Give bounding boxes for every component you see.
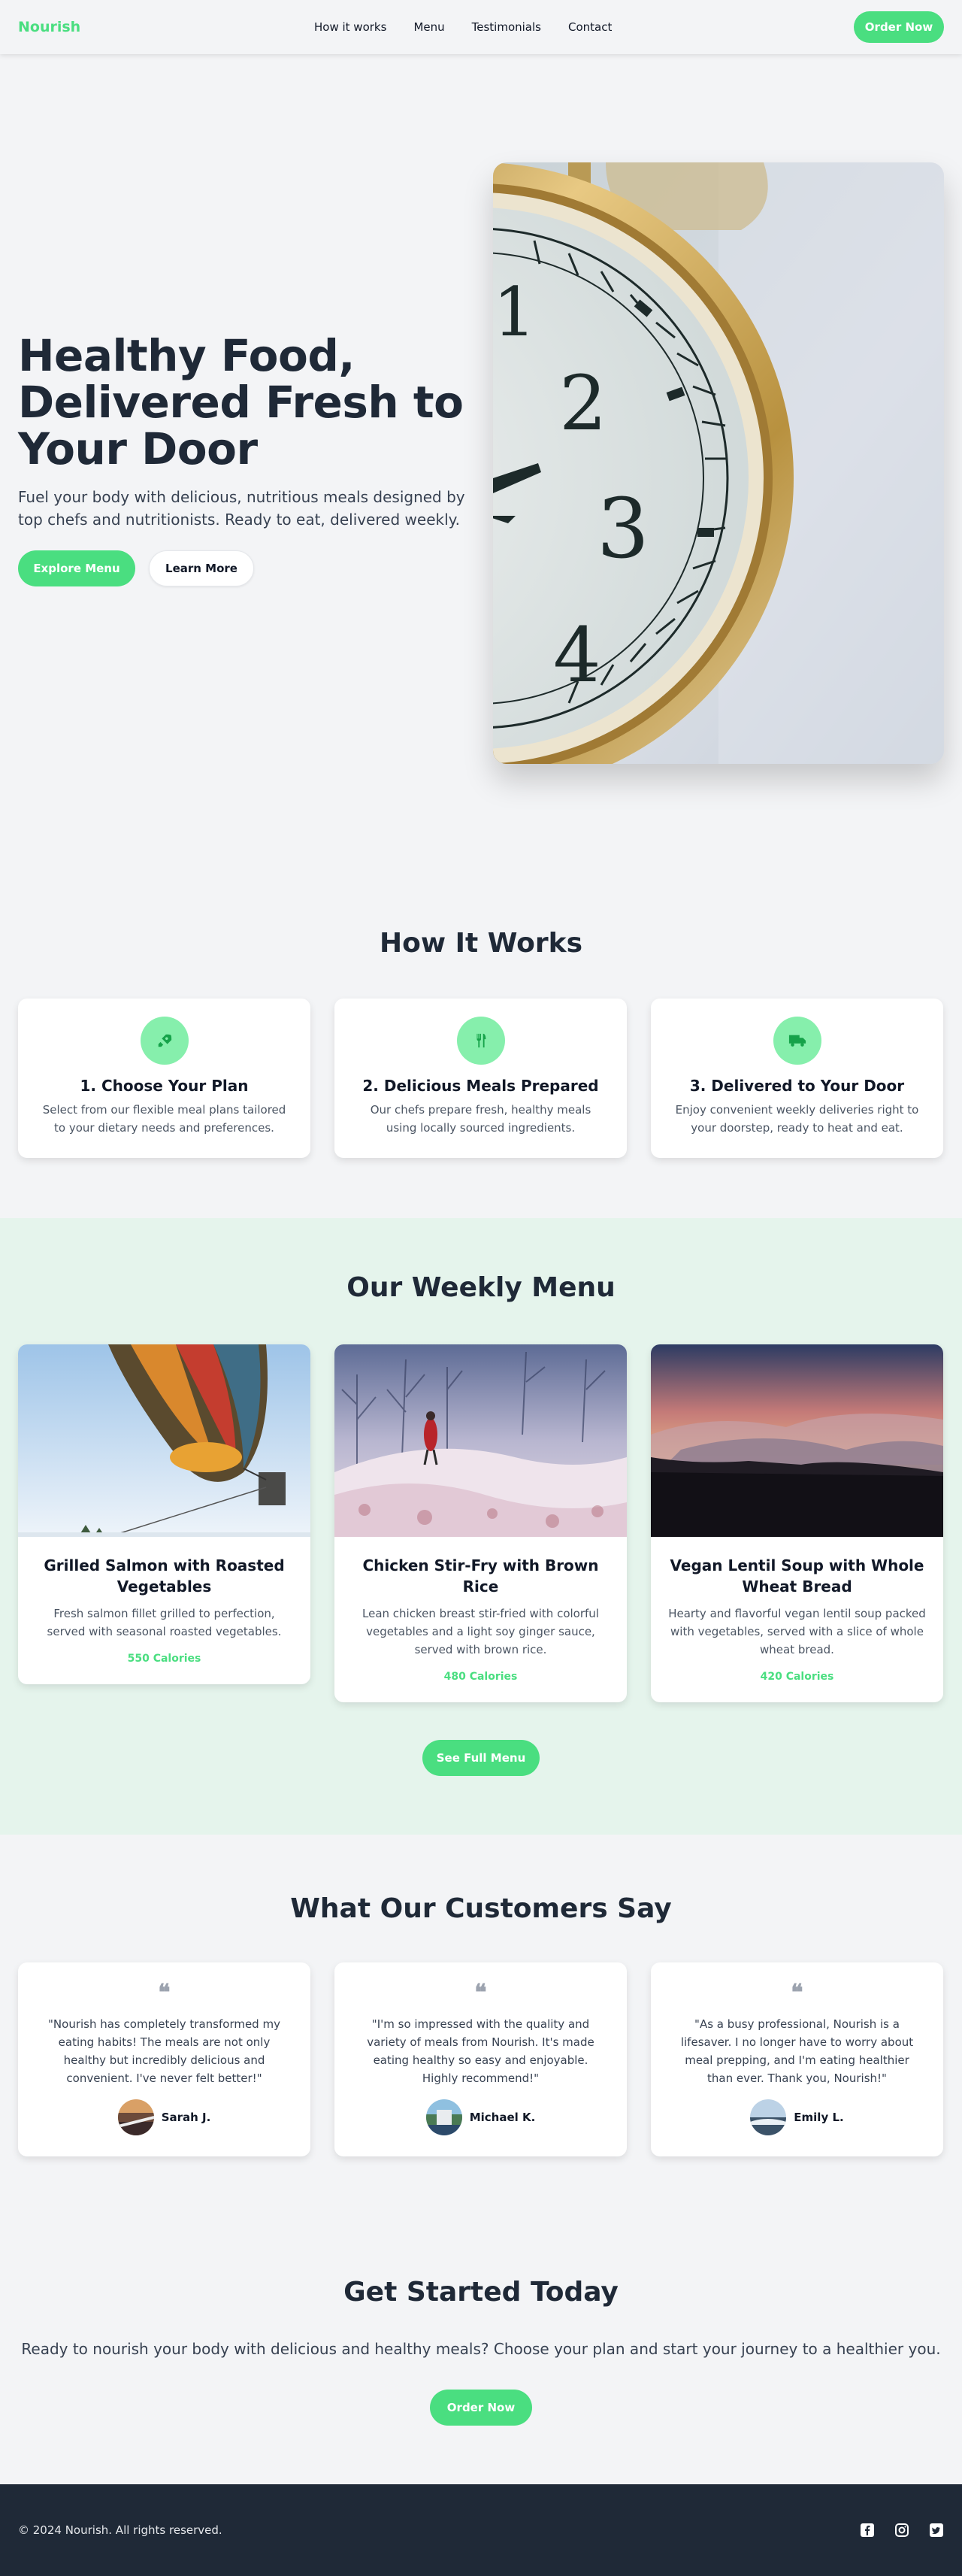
get-started-text: Ready to nourish your body with deliciou… (21, 2340, 941, 2358)
hero-text: Healthy Food, Delivered Fresh to Your Do… (18, 332, 484, 586)
testimonial-card: ❝ "As a busy professional, Nourish is a … (651, 1962, 943, 2156)
brand-logo[interactable]: Nourish (18, 19, 80, 35)
step-desc: Select from our flexible meal plans tail… (42, 1103, 286, 1135)
twitter-icon[interactable] (929, 2523, 944, 2538)
menu-item-calories: 420 Calories (760, 1671, 834, 1683)
testimonial-quote: "I'm so impressed with the quality and v… (367, 2017, 594, 2085)
rocket-icon (140, 1017, 189, 1065)
social-links (860, 2523, 944, 2538)
steps-row: 1. Choose Your Plan Select from our flex… (18, 999, 943, 1158)
step-desc: Enjoy convenient weekly deliveries right… (675, 1103, 919, 1135)
testimonial-quote: "As a busy professional, Nourish is a li… (680, 2017, 914, 2085)
svg-text:1: 1 (493, 273, 536, 352)
svg-text:3: 3 (597, 480, 649, 577)
step-card: 2. Delicious Meals Prepared Our chefs pr… (334, 999, 627, 1158)
menu-card[interactable]: Grilled Salmon with Roasted Vegetables F… (18, 1344, 310, 1684)
menu-card-body: Vegan Lentil Soup with Whole Wheat Bread… (651, 1537, 943, 1702)
how-it-works-title: How It Works (379, 928, 583, 959)
clock-illustration: 1 2 3 4 (493, 162, 944, 764)
menu-item-calories: 550 Calories (127, 1653, 201, 1665)
menu-cards-row: Grilled Salmon with Roasted Vegetables F… (18, 1344, 943, 1702)
truck-icon (773, 1017, 821, 1065)
nav-link-contact[interactable]: Contact (568, 20, 612, 34)
avatar (750, 2099, 787, 2135)
menu-item-desc: Hearty and flavorful vegan lentil soup p… (668, 1607, 926, 1656)
testimonial-name: Michael K. (469, 2111, 536, 2124)
testimonials-section: What Our Customers Say ❝ "Nourish has co… (0, 1835, 962, 2256)
learn-more-button[interactable]: Learn More (149, 550, 254, 586)
instagram-icon[interactable] (894, 2523, 909, 2538)
step-desc: Our chefs prepare fresh, healthy meals u… (370, 1103, 591, 1135)
step-title: 1. Choose Your Plan (80, 1077, 249, 1095)
svg-text:4: 4 (553, 611, 601, 699)
get-started-section: Get Started Today Ready to nourish your … (0, 2256, 962, 2484)
top-nav: Nourish How it works Menu Testimonials C… (0, 0, 962, 54)
menu-card-body: Chicken Stir-Fry with Brown Rice Lean ch… (334, 1537, 627, 1702)
footer: © 2024 Nourish. All rights reserved. (0, 2484, 962, 2576)
nav-order-now-button[interactable]: Order Now (854, 11, 944, 43)
hero-title: Healthy Food, Delivered Fresh to Your Do… (18, 330, 464, 474)
step-card: 3. Delivered to Your Door Enjoy convenie… (651, 999, 943, 1158)
menu-card[interactable]: Vegan Lentil Soup with Whole Wheat Bread… (651, 1344, 943, 1702)
step-title: 2. Delicious Meals Prepared (362, 1077, 599, 1095)
testimonial-name: Sarah J. (161, 2111, 211, 2124)
nav-link-menu[interactable]: Menu (413, 20, 444, 34)
testimonial-quote: "Nourish has completely transformed my e… (48, 2017, 280, 2085)
menu-item-calories: 480 Calories (443, 1671, 518, 1683)
testimonials-row: ❝ "Nourish has completely transformed my… (18, 1962, 943, 2156)
hero-subtitle: Fuel your body with delicious, nutritiou… (18, 488, 465, 529)
weekly-menu-section: Our Weekly Menu Grilled Salmon with Roas… (0, 1218, 962, 1835)
testimonial-name: Emily L. (794, 2111, 844, 2124)
weekly-menu-title: Our Weekly Menu (346, 1272, 616, 1303)
testimonials-title: What Our Customers Say (290, 1893, 672, 1924)
menu-item-desc: Fresh salmon fillet grilled to perfectio… (47, 1607, 282, 1638)
quote-icon: ❝ (158, 1980, 171, 2006)
quote-icon: ❝ (791, 1980, 803, 2006)
testimonial-person: Emily L. (651, 2099, 943, 2135)
testimonial-card: ❝ "I'm so impressed with the quality and… (334, 1962, 627, 2156)
sunset-clouds-image (651, 1344, 943, 1537)
utensils-icon (456, 1017, 505, 1065)
svg-text:2: 2 (559, 359, 607, 447)
menu-item-desc: Lean chicken breast stir-fried with colo… (362, 1607, 599, 1656)
avatar (117, 2099, 154, 2135)
testimonial-person: Michael K. (334, 2099, 627, 2135)
copyright-text: © 2024 Nourish. All rights reserved. (18, 2523, 222, 2537)
menu-card[interactable]: Chicken Stir-Fry with Brown Rice Lean ch… (334, 1344, 627, 1702)
nav-link-how-it-works[interactable]: How it works (314, 20, 386, 34)
menu-item-title: Chicken Stir-Fry with Brown Rice (362, 1556, 599, 1596)
testimonial-card: ❝ "Nourish has completely transformed my… (18, 1962, 310, 2156)
balloon-image (18, 1344, 310, 1537)
explore-menu-button[interactable]: Explore Menu (18, 550, 135, 586)
see-full-menu-button[interactable]: See Full Menu (422, 1740, 540, 1776)
cta-order-now-button[interactable]: Order Now (430, 2390, 532, 2426)
nav-link-testimonials[interactable]: Testimonials (472, 20, 541, 34)
how-it-works-section: How It Works 1. Choose Your Plan Select … (0, 814, 962, 1218)
hero-clock-image: 1 2 3 4 (493, 162, 944, 764)
testimonial-person: Sarah J. (18, 2099, 310, 2135)
hero-buttons: Explore Menu Learn More (18, 550, 484, 586)
menu-card-body: Grilled Salmon with Roasted Vegetables F… (18, 1537, 310, 1684)
quote-icon: ❝ (474, 1980, 487, 2006)
nav-links: How it works Menu Testimonials Contact (314, 20, 612, 34)
facebook-icon[interactable] (860, 2523, 875, 2538)
step-title: 3. Delivered to Your Door (689, 1077, 905, 1095)
menu-item-title: Grilled Salmon with Roasted Vegetables (44, 1556, 285, 1596)
snow-field-image (334, 1344, 627, 1537)
menu-item-title: Vegan Lentil Soup with Whole Wheat Bread (670, 1556, 924, 1596)
avatar (425, 2099, 462, 2135)
hero-section: Healthy Food, Delivered Fresh to Your Do… (0, 54, 962, 814)
step-card: 1. Choose Your Plan Select from our flex… (18, 999, 310, 1158)
get-started-title: Get Started Today (343, 2277, 619, 2308)
